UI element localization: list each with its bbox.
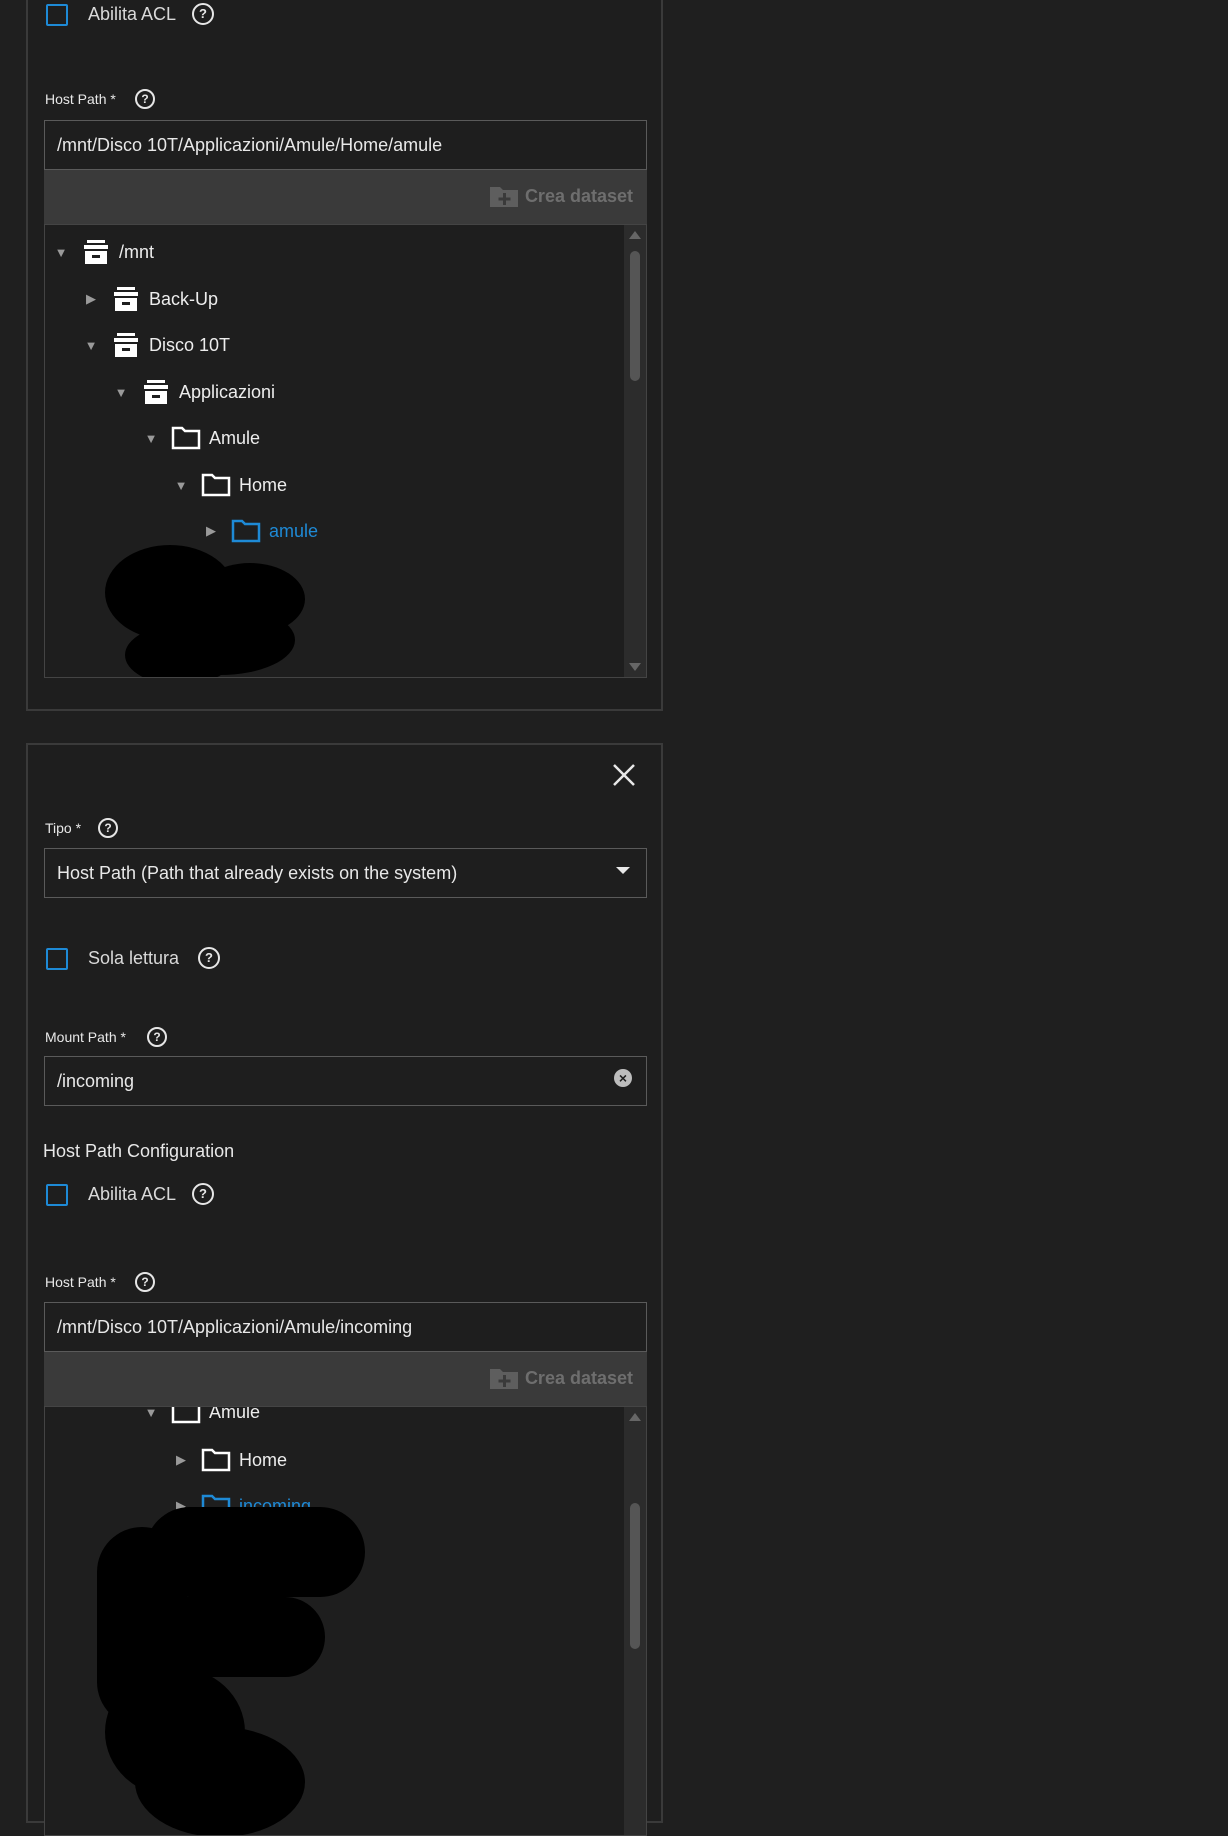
tree-node-label: Amule bbox=[209, 1406, 261, 1422]
host-path-value: /mnt/Disco 10T/Applicazioni/Amule/Home/a… bbox=[57, 134, 443, 155]
file-tree: ▼ /mnt ▶ Back-Up ▼ Disco 10T ▼ Applicazi… bbox=[44, 224, 647, 678]
read-only-label: Sola lettura bbox=[88, 948, 180, 968]
tree-node-label: Applicazioni bbox=[179, 381, 276, 402]
tree-scrollbar[interactable] bbox=[624, 1407, 646, 1835]
expand-toggle-icon[interactable]: ▼ bbox=[171, 478, 191, 493]
redaction-mark bbox=[125, 625, 235, 677]
folder-icon bbox=[201, 1448, 231, 1472]
tree-node-back-up[interactable]: ▶ Back-Up bbox=[81, 286, 218, 312]
tree-node-label: Home bbox=[239, 474, 288, 495]
help-icon[interactable]: ? bbox=[135, 89, 155, 109]
folder-icon bbox=[201, 473, 231, 497]
mount-path-value: /incoming bbox=[57, 1070, 135, 1091]
expand-toggle-icon[interactable]: ▶ bbox=[201, 523, 221, 539]
expand-toggle-icon[interactable]: ▼ bbox=[111, 385, 131, 400]
scrollbar-thumb[interactable] bbox=[630, 251, 640, 381]
mount-path-input[interactable]: /incoming × bbox=[44, 1056, 647, 1106]
help-icon[interactable]: ? bbox=[198, 947, 220, 969]
tree-node-disco-10t[interactable]: ▼ Disco 10T bbox=[81, 332, 230, 358]
tree-toolbar: Crea dataset bbox=[44, 170, 647, 224]
close-icon[interactable] bbox=[612, 763, 636, 787]
type-label: Tipo * bbox=[45, 820, 82, 836]
host-path-input[interactable]: /mnt/Disco 10T/Applicazioni/Amule/Home/a… bbox=[44, 120, 647, 170]
tree-node-label: /mnt bbox=[119, 241, 155, 262]
scrollbar-thumb[interactable] bbox=[630, 1503, 640, 1649]
help-icon[interactable]: ? bbox=[135, 1272, 155, 1292]
mount-path-label: Mount Path * bbox=[45, 1029, 126, 1045]
help-icon[interactable]: ? bbox=[192, 1183, 214, 1205]
folder-icon bbox=[231, 519, 261, 543]
host-path-label: Host Path * bbox=[45, 1274, 116, 1290]
tree-toolbar: Crea dataset bbox=[44, 1352, 647, 1406]
help-icon[interactable]: ? bbox=[192, 3, 214, 25]
type-select[interactable]: Host Path (Path that already exists on t… bbox=[44, 848, 647, 898]
tree-node-mnt[interactable]: ▼ /mnt bbox=[51, 239, 154, 265]
folder-plus-icon bbox=[489, 187, 518, 207]
tree-node-label: amule bbox=[269, 520, 319, 541]
create-dataset-button[interactable]: Crea dataset bbox=[489, 1366, 633, 1390]
folder-icon bbox=[171, 426, 201, 450]
tree-node-amule[interactable]: ▼ Amule bbox=[141, 425, 260, 451]
expand-toggle-icon[interactable]: ▼ bbox=[141, 1407, 161, 1420]
tree-node-label: Back-Up bbox=[149, 288, 219, 309]
redaction-mark bbox=[135, 1727, 305, 1835]
scroll-up-icon[interactable] bbox=[629, 231, 641, 239]
tree-node-label: Amule bbox=[209, 427, 261, 448]
host-path-config-title: Host Path Configuration bbox=[43, 1141, 235, 1161]
tree-node-applicazioni[interactable]: ▼ Applicazioni bbox=[111, 379, 275, 405]
create-dataset-label: Crea dataset bbox=[524, 185, 633, 206]
top-volume-card: Abilita ACL ? Host Path * ? /mnt/Disco 1… bbox=[26, 0, 663, 711]
host-path-input[interactable]: /mnt/Disco 10T/Applicazioni/Amule/incomi… bbox=[44, 1302, 647, 1352]
bottom-volume-card: Tipo * ? Host Path (Path that already ex… bbox=[26, 743, 663, 1836]
tree-node-label: Disco 10T bbox=[149, 334, 231, 355]
expand-toggle-icon[interactable]: ▶ bbox=[171, 1452, 191, 1468]
host-path-value: /mnt/Disco 10T/Applicazioni/Amule/incomi… bbox=[57, 1316, 413, 1337]
read-only-checkbox[interactable] bbox=[46, 948, 68, 970]
create-dataset-label: Crea dataset bbox=[524, 1367, 633, 1388]
enable-acl-label: Abilita ACL bbox=[88, 1184, 177, 1204]
scroll-up-icon[interactable] bbox=[629, 1413, 641, 1421]
enable-acl-checkbox[interactable] bbox=[46, 1184, 68, 1206]
expand-toggle-icon[interactable]: ▼ bbox=[51, 245, 71, 260]
enable-acl-checkbox[interactable] bbox=[46, 4, 68, 26]
enable-acl-label: Abilita ACL bbox=[88, 4, 177, 24]
tree-node-amule-selected[interactable]: ▶ amule bbox=[201, 518, 318, 544]
host-path-label: Host Path * bbox=[45, 91, 116, 107]
create-dataset-button[interactable]: Crea dataset bbox=[489, 184, 633, 208]
dataset-icon bbox=[84, 240, 108, 264]
tree-node-home[interactable]: ▶ Home bbox=[171, 1447, 287, 1473]
expand-toggle-icon[interactable]: ▼ bbox=[81, 338, 101, 353]
chevron-down-icon bbox=[616, 867, 630, 874]
tree-node-home[interactable]: ▼ Home bbox=[171, 472, 287, 498]
expand-toggle-icon[interactable]: ▶ bbox=[81, 291, 101, 307]
redaction-mark bbox=[135, 1597, 325, 1677]
tree-node-label: Home bbox=[239, 1449, 288, 1470]
help-icon[interactable]: ? bbox=[98, 818, 118, 838]
help-icon[interactable]: ? bbox=[147, 1027, 167, 1047]
tree-node-amule[interactable]: ▼ Amule bbox=[141, 1406, 261, 1425]
scroll-down-icon[interactable] bbox=[629, 663, 641, 671]
tree-scrollbar[interactable] bbox=[624, 225, 646, 677]
folder-plus-icon bbox=[489, 1369, 518, 1389]
folder-icon bbox=[171, 1407, 201, 1424]
type-select-value: Host Path (Path that already exists on t… bbox=[57, 862, 458, 883]
expand-toggle-icon[interactable]: ▼ bbox=[141, 431, 161, 446]
clear-input-icon[interactable]: × bbox=[614, 1069, 632, 1087]
dataset-icon bbox=[144, 380, 168, 404]
dataset-icon bbox=[114, 287, 138, 311]
dataset-icon bbox=[114, 333, 138, 357]
file-tree: ▼ Amule ▶ Home ▶ incoming bbox=[44, 1406, 647, 1836]
